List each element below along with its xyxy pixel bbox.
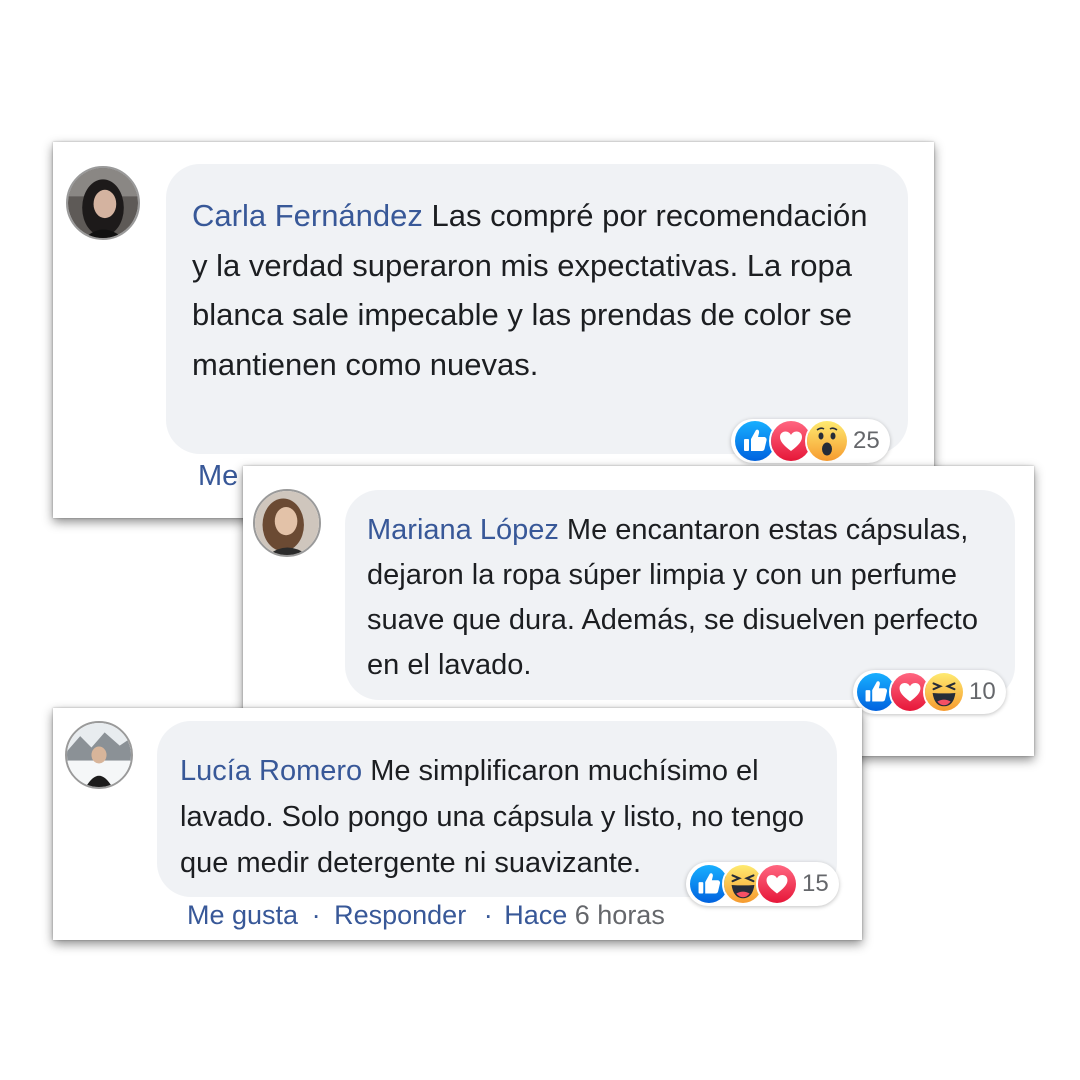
avatar-carla-image — [68, 168, 138, 238]
separator-dot: · — [483, 900, 493, 930]
avatar-mariana[interactable] — [253, 489, 321, 557]
avatar-lucia[interactable] — [65, 721, 133, 789]
author-name[interactable]: Lucía Romero — [180, 755, 362, 787]
avatar-lucia-image — [67, 723, 131, 787]
reaction-count: 15 — [802, 870, 829, 897]
avatar-carla[interactable] — [66, 166, 140, 240]
like-action[interactable]: Me — [198, 460, 238, 492]
haha-icon — [923, 671, 965, 713]
reactions-summary[interactable]: 10 — [853, 670, 1006, 714]
comment-actions: Me gusta · Responder · Hace 6 horas — [187, 900, 665, 931]
like-action[interactable]: Me gusta — [187, 900, 298, 930]
comment-bubble: Mariana López Me encantaron estas cápsul… — [345, 490, 1015, 700]
comment-card-lucia: Lucía Romero Me simplificaron muchísimo … — [53, 708, 862, 940]
separator-dot: · — [311, 900, 321, 930]
love-icon — [756, 863, 798, 905]
author-name[interactable]: Carla Fernández — [192, 198, 423, 233]
wow-icon — [805, 419, 849, 463]
reactions-summary[interactable]: 25 — [731, 419, 890, 463]
reaction-count: 10 — [969, 678, 996, 705]
time-prefix: Hace — [504, 900, 568, 930]
reply-action[interactable]: Responder — [334, 900, 466, 930]
timestamp: 6 horas — [574, 900, 665, 930]
reaction-count: 25 — [853, 427, 880, 454]
avatar-mariana-image — [255, 491, 319, 555]
reactions-summary[interactable]: 15 — [686, 862, 839, 906]
comment-bubble: Carla Fernández Las compré por recomenda… — [166, 164, 908, 454]
comment-card-carla: Carla Fernández Las compré por recomenda… — [53, 142, 934, 518]
comment-actions: Me — [198, 460, 238, 493]
author-name[interactable]: Mariana López — [367, 514, 559, 546]
